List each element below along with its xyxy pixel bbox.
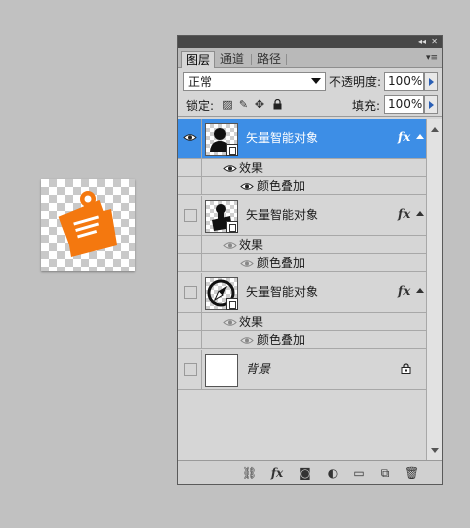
layer-thumbnail	[205, 123, 238, 156]
tab-channels[interactable]: 通道	[216, 51, 248, 68]
layer-thumbnail	[205, 354, 238, 387]
effect-item-row[interactable]: 颜色叠加	[178, 177, 426, 195]
tab-divider	[286, 54, 287, 65]
folder-icon[interactable]: ▭	[352, 466, 366, 480]
layers-list: 矢量智能对象 fx 效果 颜色叠加 矢量智能对象 fx 效果 颜色叠加 矢量智能…	[178, 119, 426, 461]
visibility-box	[184, 209, 197, 222]
fill-label: 填充:	[352, 99, 381, 113]
chevron-down-icon	[311, 78, 321, 84]
fill-field[interactable]: 100%	[384, 95, 424, 114]
layer-name: 矢量智能对象	[246, 131, 319, 145]
lock-transparent-icon[interactable]: ▨	[222, 99, 233, 110]
opacity-label: 不透明度:	[329, 75, 382, 89]
blend-row: 正常 不透明度: 100%	[178, 68, 442, 93]
effect-name: 颜色叠加	[257, 179, 306, 193]
visibility-toggle[interactable]	[178, 196, 202, 236]
layer-row[interactable]: 背景	[178, 350, 426, 390]
panel-titlebar: ◂◂ ✕	[178, 36, 442, 48]
lock-all-icon[interactable]	[272, 98, 283, 110]
layer-name: 背景	[246, 362, 271, 376]
lock-label: 锁定:	[186, 99, 215, 113]
effect-name: 颜色叠加	[257, 333, 306, 347]
eye-icon	[183, 134, 197, 141]
smart-object-icon	[226, 298, 238, 310]
opacity-field[interactable]: 100%	[384, 72, 424, 91]
effects-row: 效果	[178, 159, 426, 177]
fx-icon[interactable]: fx	[398, 207, 410, 221]
effect-cell	[178, 159, 202, 177]
effects-label: 效果	[239, 315, 264, 329]
lock-row: 锁定: ▨ ✎ ✥ 填充: 100%	[178, 93, 442, 117]
eye-icon	[240, 183, 254, 190]
layer-row[interactable]: 矢量智能对象 fx	[178, 119, 426, 159]
panel-menu-icon[interactable]: ▾≡	[426, 53, 438, 63]
fx-icon[interactable]: fx	[398, 284, 410, 298]
panel-tabs: 图层 通道 路径 ▾≡	[178, 48, 442, 68]
effect-item-row[interactable]: 颜色叠加	[178, 331, 426, 349]
expand-effects-icon[interactable]	[416, 134, 424, 139]
eye-icon	[223, 165, 237, 172]
lock-icon	[401, 363, 411, 374]
visibility-box	[184, 286, 197, 299]
close-icon[interactable]: ✕	[431, 37, 438, 47]
opacity-slider-button[interactable]	[424, 72, 438, 91]
pushpin-note-icon	[58, 191, 117, 257]
scroll-down-icon[interactable]	[431, 448, 439, 453]
smart-object-icon	[226, 221, 238, 233]
effect-cell	[178, 313, 202, 331]
effects-label: 效果	[239, 161, 264, 175]
blend-mode-value: 正常	[188, 75, 213, 89]
collapse-icon[interactable]: ◂◂	[418, 37, 426, 47]
tab-paths[interactable]: 路径	[253, 51, 285, 68]
fx-icon[interactable]: fx	[270, 466, 284, 480]
effect-cell	[178, 236, 202, 254]
effects-row: 效果	[178, 313, 426, 331]
visibility-box	[184, 363, 197, 376]
effect-name: 颜色叠加	[257, 256, 306, 270]
fx-icon[interactable]: fx	[398, 130, 410, 144]
layer-row[interactable]: 矢量智能对象 fx	[178, 273, 426, 313]
mask-icon[interactable]: ◙	[298, 466, 312, 480]
scroll-up-icon[interactable]	[431, 127, 439, 132]
effects-label: 效果	[239, 238, 264, 252]
lock-image-icon[interactable]: ✎	[238, 99, 249, 110]
adjustment-icon[interactable]: ◐	[326, 466, 340, 480]
eye-icon	[240, 260, 254, 267]
layers-scrollbar[interactable]	[426, 119, 442, 461]
effect-cell	[178, 177, 202, 195]
effect-cell	[178, 254, 202, 272]
visibility-toggle[interactable]	[178, 119, 202, 159]
panel-footer: ⛓ fx ◙ ◐ ▭ ⧉ 🗑	[178, 460, 442, 484]
trash-icon[interactable]: 🗑	[404, 466, 419, 480]
document-preview	[41, 179, 135, 271]
new-layer-icon[interactable]: ⧉	[378, 466, 392, 480]
tab-divider	[251, 54, 252, 65]
tab-layers[interactable]: 图层	[181, 51, 216, 68]
layer-name: 矢量智能对象	[246, 285, 319, 299]
layer-thumbnail	[205, 277, 238, 310]
layer-thumbnail	[205, 200, 238, 233]
lock-position-icon[interactable]: ✥	[254, 99, 265, 110]
effect-cell	[178, 331, 202, 349]
eye-icon	[223, 319, 237, 326]
expand-effects-icon[interactable]	[416, 288, 424, 293]
layer-row[interactable]: 矢量智能对象 fx	[178, 196, 426, 236]
layer-name: 矢量智能对象	[246, 208, 319, 222]
effects-row: 效果	[178, 236, 426, 254]
expand-effects-icon[interactable]	[416, 211, 424, 216]
effect-item-row[interactable]: 颜色叠加	[178, 254, 426, 272]
visibility-toggle[interactable]	[178, 350, 202, 390]
fill-slider-button[interactable]	[424, 95, 438, 114]
link-icon[interactable]: ⛓	[242, 466, 257, 480]
smart-object-icon	[226, 144, 238, 156]
eye-icon	[240, 337, 254, 344]
eye-icon	[223, 242, 237, 249]
blend-mode-select[interactable]: 正常	[183, 72, 326, 91]
visibility-toggle[interactable]	[178, 273, 202, 313]
layers-panel: ◂◂ ✕ 图层 通道 路径 ▾≡ 正常 不透明度: 100% 锁定: ▨ ✎ ✥…	[177, 35, 443, 485]
